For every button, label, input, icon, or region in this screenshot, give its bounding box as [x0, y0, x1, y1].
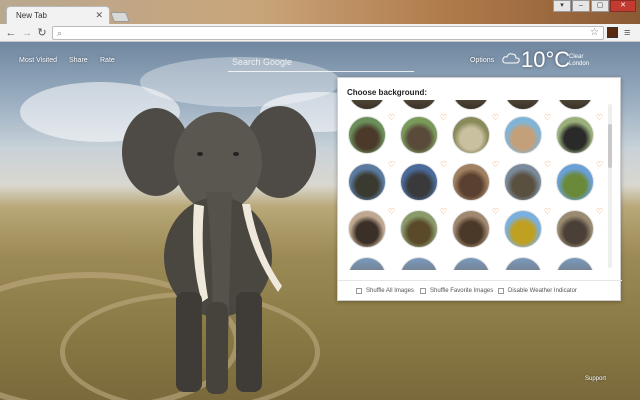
- thumbnail-grid: ♡ ♡ ♡ ♡ ♡ ♡ ♡ ♡ ♡ ♡ ♡ ♡ ♡ ♡ ♡: [338, 100, 610, 270]
- rate-link[interactable]: Rate: [100, 57, 115, 64]
- elephant-illustration: [122, 106, 316, 394]
- disable-weather-label: Disable Weather Indicator: [508, 288, 577, 294]
- shuffle-all-checkbox[interactable]: [356, 288, 362, 294]
- favorite-heart-icon[interactable]: ♡: [492, 161, 499, 169]
- search-input[interactable]: [228, 54, 414, 70]
- favorite-heart-icon[interactable]: ♡: [596, 114, 603, 122]
- shuffle-all-label: Shuffle All Images: [366, 288, 414, 294]
- background-thumbnail-partial[interactable]: [556, 257, 594, 270]
- minimize-button[interactable]: –: [572, 0, 590, 12]
- background-chooser-panel: Choose background: ♡ ♡ ♡ ♡ ♡ ♡ ♡ ♡ ♡ ♡ ♡ ♡ ♡ ♡ ♡ Shuff…: [337, 77, 622, 302]
- background-thumbnail[interactable]: [452, 116, 490, 154]
- search-icon: ⌕: [57, 28, 63, 38]
- window-titlebar: New Tab ✕ ▾ – ▢ ✕: [0, 0, 640, 24]
- favorite-heart-icon[interactable]: ♡: [388, 114, 395, 122]
- background-thumbnail[interactable]: [556, 163, 594, 201]
- weather-location: London: [569, 61, 590, 67]
- extension-icon[interactable]: [607, 27, 618, 38]
- close-icon[interactable]: ✕: [95, 10, 103, 21]
- support-link[interactable]: Support: [585, 376, 606, 382]
- panel-scrollbar[interactable]: [608, 104, 612, 268]
- background-thumbnail[interactable]: [452, 210, 490, 248]
- background-thumbnail[interactable]: [400, 116, 438, 154]
- weather-condition: Clear: [569, 54, 584, 60]
- background-thumbnail[interactable]: [400, 163, 438, 201]
- background-thumbnail-partial[interactable]: [348, 100, 386, 110]
- google-search-box: [228, 54, 414, 72]
- shuffle-favorites-checkbox[interactable]: [420, 288, 426, 294]
- background-thumbnail[interactable]: [504, 163, 542, 201]
- background-thumbnail[interactable]: [348, 210, 386, 248]
- favorite-heart-icon[interactable]: ♡: [544, 208, 551, 216]
- tab-new-tab[interactable]: New Tab ✕: [6, 6, 110, 24]
- new-tab-button[interactable]: [110, 12, 130, 22]
- temperature[interactable]: 10°C: [521, 48, 570, 72]
- background-thumbnail[interactable]: [504, 210, 542, 248]
- favorite-heart-icon[interactable]: ♡: [492, 208, 499, 216]
- shuffle-favorites-label: Shuffle Favorite Images: [430, 288, 494, 294]
- bookmark-star-icon[interactable]: ☆: [590, 27, 599, 38]
- maximize-button[interactable]: ▢: [591, 0, 609, 12]
- favorite-heart-icon[interactable]: ♡: [440, 161, 447, 169]
- most-visited-link[interactable]: Most Visited: [19, 57, 57, 64]
- window-controls: ▾ – ▢ ✕: [552, 0, 636, 12]
- favorite-heart-icon[interactable]: ♡: [388, 161, 395, 169]
- cloud-icon: [502, 53, 520, 64]
- background-thumbnail[interactable]: [556, 116, 594, 154]
- weather-info: Clear London: [569, 54, 589, 68]
- share-link[interactable]: Share: [69, 57, 88, 64]
- background-thumbnail-partial[interactable]: [556, 100, 594, 110]
- background-thumbnail-partial[interactable]: [504, 257, 542, 270]
- scrollbar-thumb[interactable]: [608, 124, 612, 168]
- favorite-heart-icon[interactable]: ♡: [544, 114, 551, 122]
- disable-weather-option[interactable]: Disable Weather Indicator: [498, 288, 577, 294]
- background-thumbnail-partial[interactable]: [348, 257, 386, 270]
- background-thumbnail-partial[interactable]: [452, 100, 490, 110]
- background-thumbnail[interactable]: [348, 116, 386, 154]
- close-window-button[interactable]: ✕: [610, 0, 636, 12]
- favorite-heart-icon[interactable]: ♡: [596, 161, 603, 169]
- background-thumbnail-partial[interactable]: [452, 257, 490, 270]
- options-link[interactable]: Options: [470, 57, 494, 64]
- favorite-heart-icon[interactable]: ♡: [596, 208, 603, 216]
- shuffle-all-option[interactable]: Shuffle All Images: [356, 288, 414, 294]
- panel-title: Choose background:: [347, 88, 428, 97]
- background-thumbnail-partial[interactable]: [504, 100, 542, 110]
- menu-icon[interactable]: ≡: [624, 26, 630, 40]
- tab-title: New Tab: [16, 11, 47, 20]
- disable-weather-checkbox[interactable]: [498, 288, 504, 294]
- background-thumbnail[interactable]: [504, 116, 542, 154]
- favorite-heart-icon[interactable]: ♡: [440, 208, 447, 216]
- shuffle-favorites-option[interactable]: Shuffle Favorite Images: [420, 288, 493, 294]
- background-thumbnail[interactable]: [348, 163, 386, 201]
- address-bar[interactable]: ⌕ ☆: [52, 26, 604, 40]
- background-thumbnail[interactable]: [556, 210, 594, 248]
- background-thumbnail[interactable]: [400, 210, 438, 248]
- browser-toolbar: ← → ↻ ⌕ ☆ ≡: [0, 24, 640, 42]
- background-thumbnail-partial[interactable]: [400, 257, 438, 270]
- favorite-heart-icon[interactable]: ♡: [544, 161, 551, 169]
- profile-menu-button[interactable]: ▾: [553, 0, 571, 12]
- favorite-heart-icon[interactable]: ♡: [388, 208, 395, 216]
- panel-options: Shuffle All Images Shuffle Favorite Imag…: [338, 280, 622, 302]
- reload-icon[interactable]: ↻: [35, 26, 49, 40]
- back-icon[interactable]: ←: [4, 26, 18, 40]
- forward-icon[interactable]: →: [20, 26, 34, 40]
- favorite-heart-icon[interactable]: ♡: [440, 114, 447, 122]
- background-thumbnail-partial[interactable]: [400, 100, 438, 110]
- favorite-heart-icon[interactable]: ♡: [492, 114, 499, 122]
- background-thumbnail[interactable]: [452, 163, 490, 201]
